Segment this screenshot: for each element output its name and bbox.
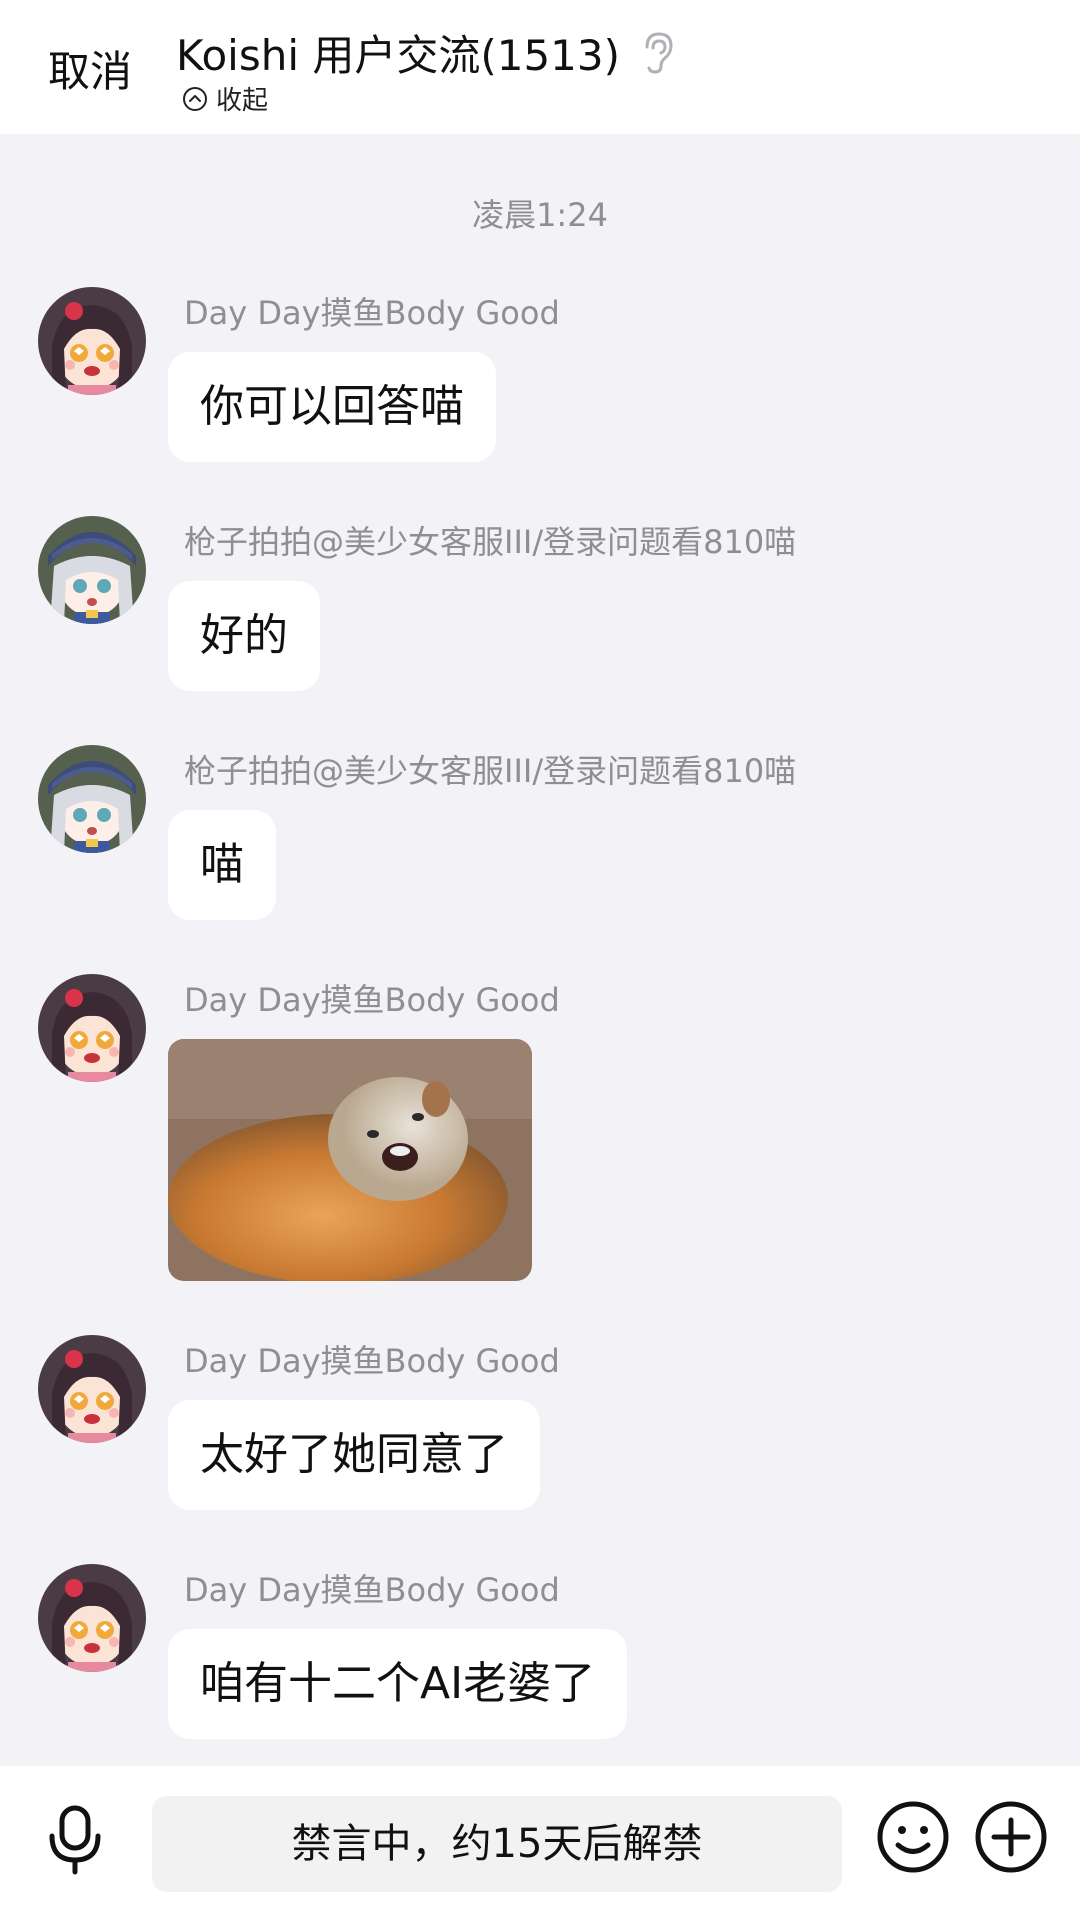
message-bubble[interactable]: 喵 <box>168 810 276 920</box>
sender-name[interactable]: Day Day摸鱼Body Good <box>184 1565 560 1611</box>
chat-header: 取消 Koishi 用户交流(1513) 收起 <box>0 0 1080 134</box>
cancel-button[interactable]: 取消 <box>48 38 132 99</box>
title-area: Koishi 用户交流(1513) <box>176 22 677 83</box>
message-bubble[interactable]: 太好了她同意了 <box>168 1400 540 1510</box>
ear-icon[interactable] <box>641 31 677 75</box>
group-title[interactable]: Koishi 用户交流(1513) <box>176 22 620 83</box>
message-timestamp: 凌晨1:24 <box>472 196 608 234</box>
avatar[interactable] <box>38 974 146 1082</box>
smiley-icon[interactable] <box>876 1800 950 1874</box>
muted-message-input[interactable]: 禁言中，约15天后解禁 <box>152 1796 842 1892</box>
sender-name[interactable]: Day Day摸鱼Body Good <box>184 975 560 1021</box>
avatar[interactable] <box>38 516 146 624</box>
message-bubble[interactable]: 好的 <box>168 581 320 691</box>
avatar[interactable] <box>38 1335 146 1443</box>
chevron-up-circle-icon <box>183 86 207 111</box>
message-bubble[interactable]: 咱有十二个AI老婆了 <box>168 1629 628 1739</box>
collapse-label: 收起 <box>216 86 269 116</box>
collapse-toggle[interactable]: 收起 <box>182 80 268 117</box>
fox-photo[interactable] <box>168 1039 532 1281</box>
mic-icon[interactable] <box>44 1804 106 1876</box>
sender-name[interactable]: 枪子拍拍@美少女客服III/登录问题看810喵 <box>184 517 796 563</box>
avatar[interactable] <box>38 287 146 395</box>
input-bar: 禁言中，约15天后解禁 <box>0 1766 1080 1917</box>
sender-name[interactable]: 枪子拍拍@美少女客服III/登录问题看810喵 <box>184 746 796 792</box>
sender-name[interactable]: Day Day摸鱼Body Good <box>184 288 560 334</box>
plus-circle-icon[interactable] <box>974 1800 1048 1874</box>
avatar[interactable] <box>38 745 146 853</box>
message-bubble[interactable]: 你可以回答喵 <box>168 352 496 462</box>
avatar[interactable] <box>38 1564 146 1672</box>
sender-name[interactable]: Day Day摸鱼Body Good <box>184 1336 560 1382</box>
